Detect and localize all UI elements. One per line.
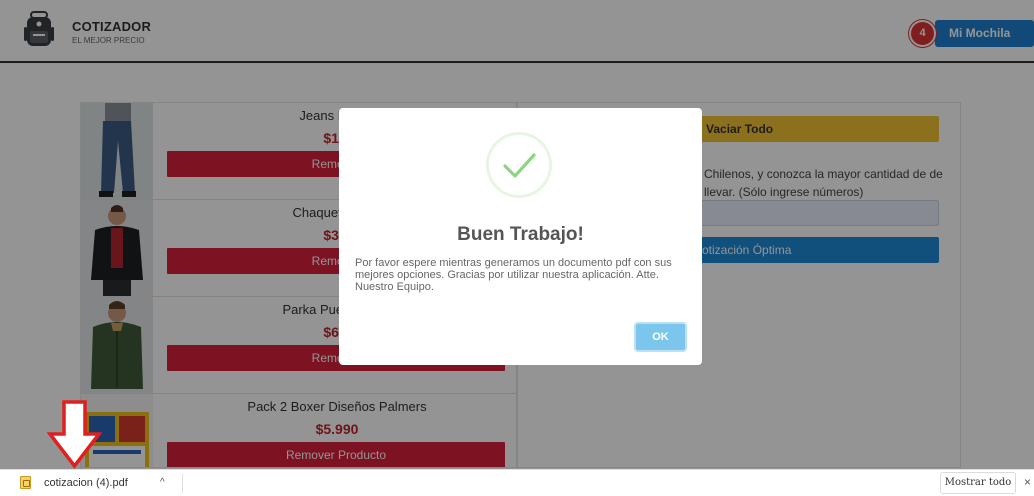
pdf-file-icon bbox=[20, 476, 31, 489]
divider bbox=[182, 474, 183, 493]
download-shelf: cotizacion (4).pdf ^ Mostrar todo × bbox=[0, 469, 1034, 496]
success-dialog: Buen Trabajo! Por favor espere mientras … bbox=[339, 108, 702, 365]
dialog-message: Por favor espere mientras generamos un d… bbox=[355, 257, 672, 293]
close-icon[interactable]: × bbox=[1024, 475, 1031, 489]
down-arrow-icon bbox=[47, 400, 102, 469]
ok-button[interactable]: OK bbox=[634, 322, 687, 352]
success-check-icon bbox=[486, 132, 552, 198]
chevron-up-icon[interactable]: ^ bbox=[160, 477, 165, 488]
show-all-downloads-button[interactable]: Mostrar todo bbox=[940, 472, 1016, 494]
dialog-title: Buen Trabajo! bbox=[457, 224, 584, 245]
downloaded-file-name[interactable]: cotizacion (4).pdf bbox=[44, 477, 128, 489]
